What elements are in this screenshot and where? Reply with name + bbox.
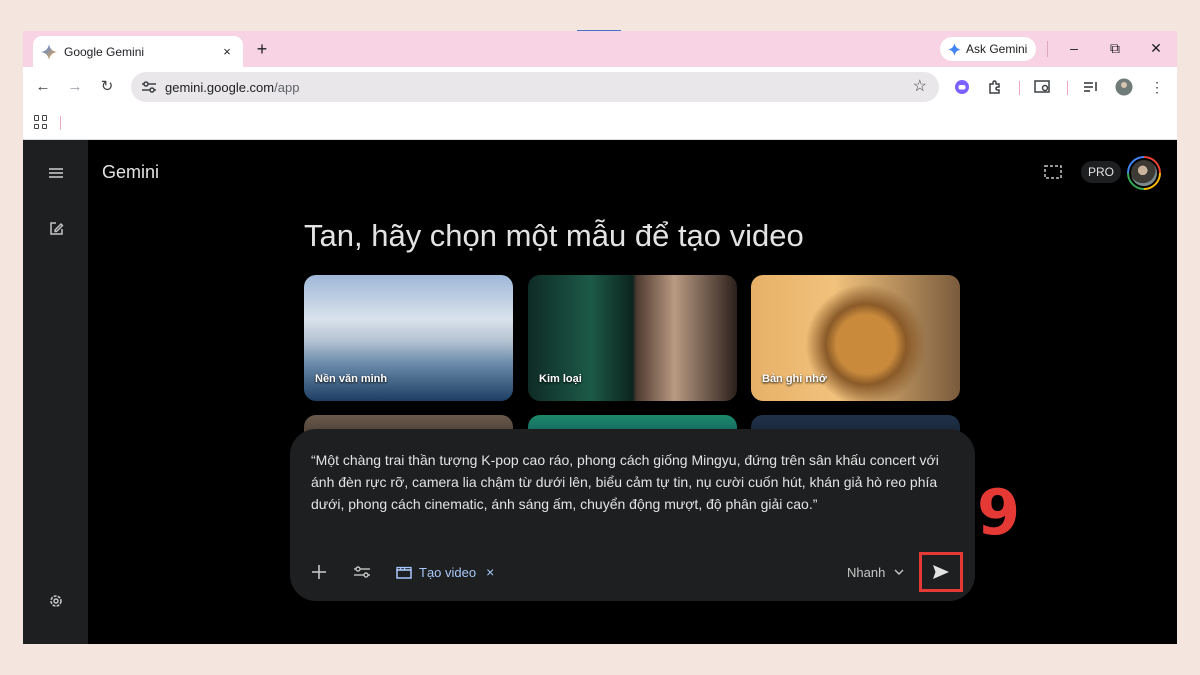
browser-toolbar: ← → ↻ gemini.google.com/app ☆ ⋮	[23, 67, 1177, 107]
bookmark-star-icon[interactable]: ☆	[913, 78, 927, 96]
browser-menu-icon[interactable]: ⋮	[1147, 77, 1167, 97]
back-arrow-icon[interactable]: ←	[32, 76, 54, 98]
app-title: Gemini	[102, 162, 160, 182]
template-card[interactable]: Bản ghi nhớ	[751, 275, 960, 401]
chevron-down-icon	[894, 569, 904, 575]
prompt-box[interactable]: “Một chàng trai thần tượng K-pop cao ráo…	[290, 429, 975, 601]
gemini-sparkle-icon	[41, 43, 57, 60]
tab-strip: Google Gemini × + Ask Gemini – ⧉ ✕	[23, 31, 1177, 67]
remove-chip-icon[interactable]: ×	[486, 564, 494, 580]
forward-arrow-icon[interactable]: →	[64, 76, 86, 98]
page-heading: Tan, hãy chọn một mẫu để tạo video	[304, 218, 804, 253]
divider	[1047, 41, 1048, 57]
tab-close-icon[interactable]: ×	[219, 44, 235, 59]
template-card-label: Bản ghi nhớ	[762, 373, 827, 385]
apps-grid-icon[interactable]	[34, 115, 48, 129]
reload-icon[interactable]: ↻	[96, 76, 118, 98]
new-chat-icon[interactable]	[45, 218, 67, 240]
video-tool-chip[interactable]: Tạo video ×	[396, 561, 494, 583]
add-plus-icon[interactable]	[308, 561, 330, 583]
bookmarks-bar	[23, 107, 1177, 140]
minimize-button[interactable]: –	[1060, 36, 1088, 60]
ask-gemini-label: Ask Gemini	[966, 42, 1028, 56]
divider	[1067, 81, 1068, 95]
screen-capture-icon[interactable]	[1043, 162, 1063, 182]
url-domain: gemini.google.com	[165, 79, 275, 95]
template-card-label: Kim loại	[539, 373, 582, 385]
settings-gear-icon[interactable]	[45, 590, 67, 612]
send-button[interactable]	[919, 552, 963, 592]
gemini-page: Gemini PRO Tan, hãy chọn một mẫu để tạo …	[23, 140, 1177, 644]
browser-window: Google Gemini × + Ask Gemini – ⧉ ✕ ← → ↻…	[23, 31, 1177, 644]
template-card[interactable]: Nền văn minh	[304, 275, 513, 401]
side-rail	[23, 140, 88, 644]
maximize-button[interactable]: ⧉	[1101, 36, 1129, 60]
menu-hamburger-icon[interactable]	[45, 162, 67, 184]
model-mode-selector[interactable]: Nhanh	[847, 561, 904, 583]
template-card[interactable]: Kim loại	[528, 275, 737, 401]
user-avatar[interactable]	[1127, 156, 1161, 190]
media-queue-icon[interactable]	[1081, 77, 1101, 97]
extensions-puzzle-icon[interactable]	[985, 77, 1005, 97]
tab-title: Google Gemini	[64, 44, 145, 59]
extension-assistant-icon[interactable]	[952, 77, 972, 97]
divider	[1019, 81, 1020, 95]
ask-gemini-button[interactable]: Ask Gemini	[940, 37, 1037, 61]
model-mode-label: Nhanh	[847, 564, 886, 580]
close-window-button[interactable]: ✕	[1142, 36, 1170, 60]
tab-search-icon[interactable]	[1033, 77, 1053, 97]
pro-badge[interactable]: PRO	[1081, 161, 1122, 183]
new-tab-button[interactable]: +	[251, 38, 273, 60]
clapperboard-icon	[396, 566, 412, 579]
step-number-annotation: 9	[977, 476, 1021, 549]
send-arrow-icon	[933, 565, 949, 579]
divider	[60, 116, 61, 130]
tools-sliders-icon[interactable]	[351, 561, 373, 583]
prompt-input[interactable]: “Một chàng trai thần tượng K-pop cao ráo…	[311, 449, 951, 515]
gemini-sparkle-icon	[948, 42, 961, 56]
video-tool-label: Tạo video	[419, 564, 477, 580]
tab-google-gemini[interactable]: Google Gemini ×	[33, 36, 243, 67]
url-text: gemini.google.com/app	[165, 80, 299, 95]
url-path: /app	[274, 79, 300, 95]
profile-avatar-icon[interactable]	[1114, 77, 1134, 97]
template-card-label: Nền văn minh	[315, 373, 388, 385]
site-settings-icon[interactable]	[140, 78, 158, 96]
address-bar[interactable]: gemini.google.com/app ☆	[131, 72, 939, 102]
